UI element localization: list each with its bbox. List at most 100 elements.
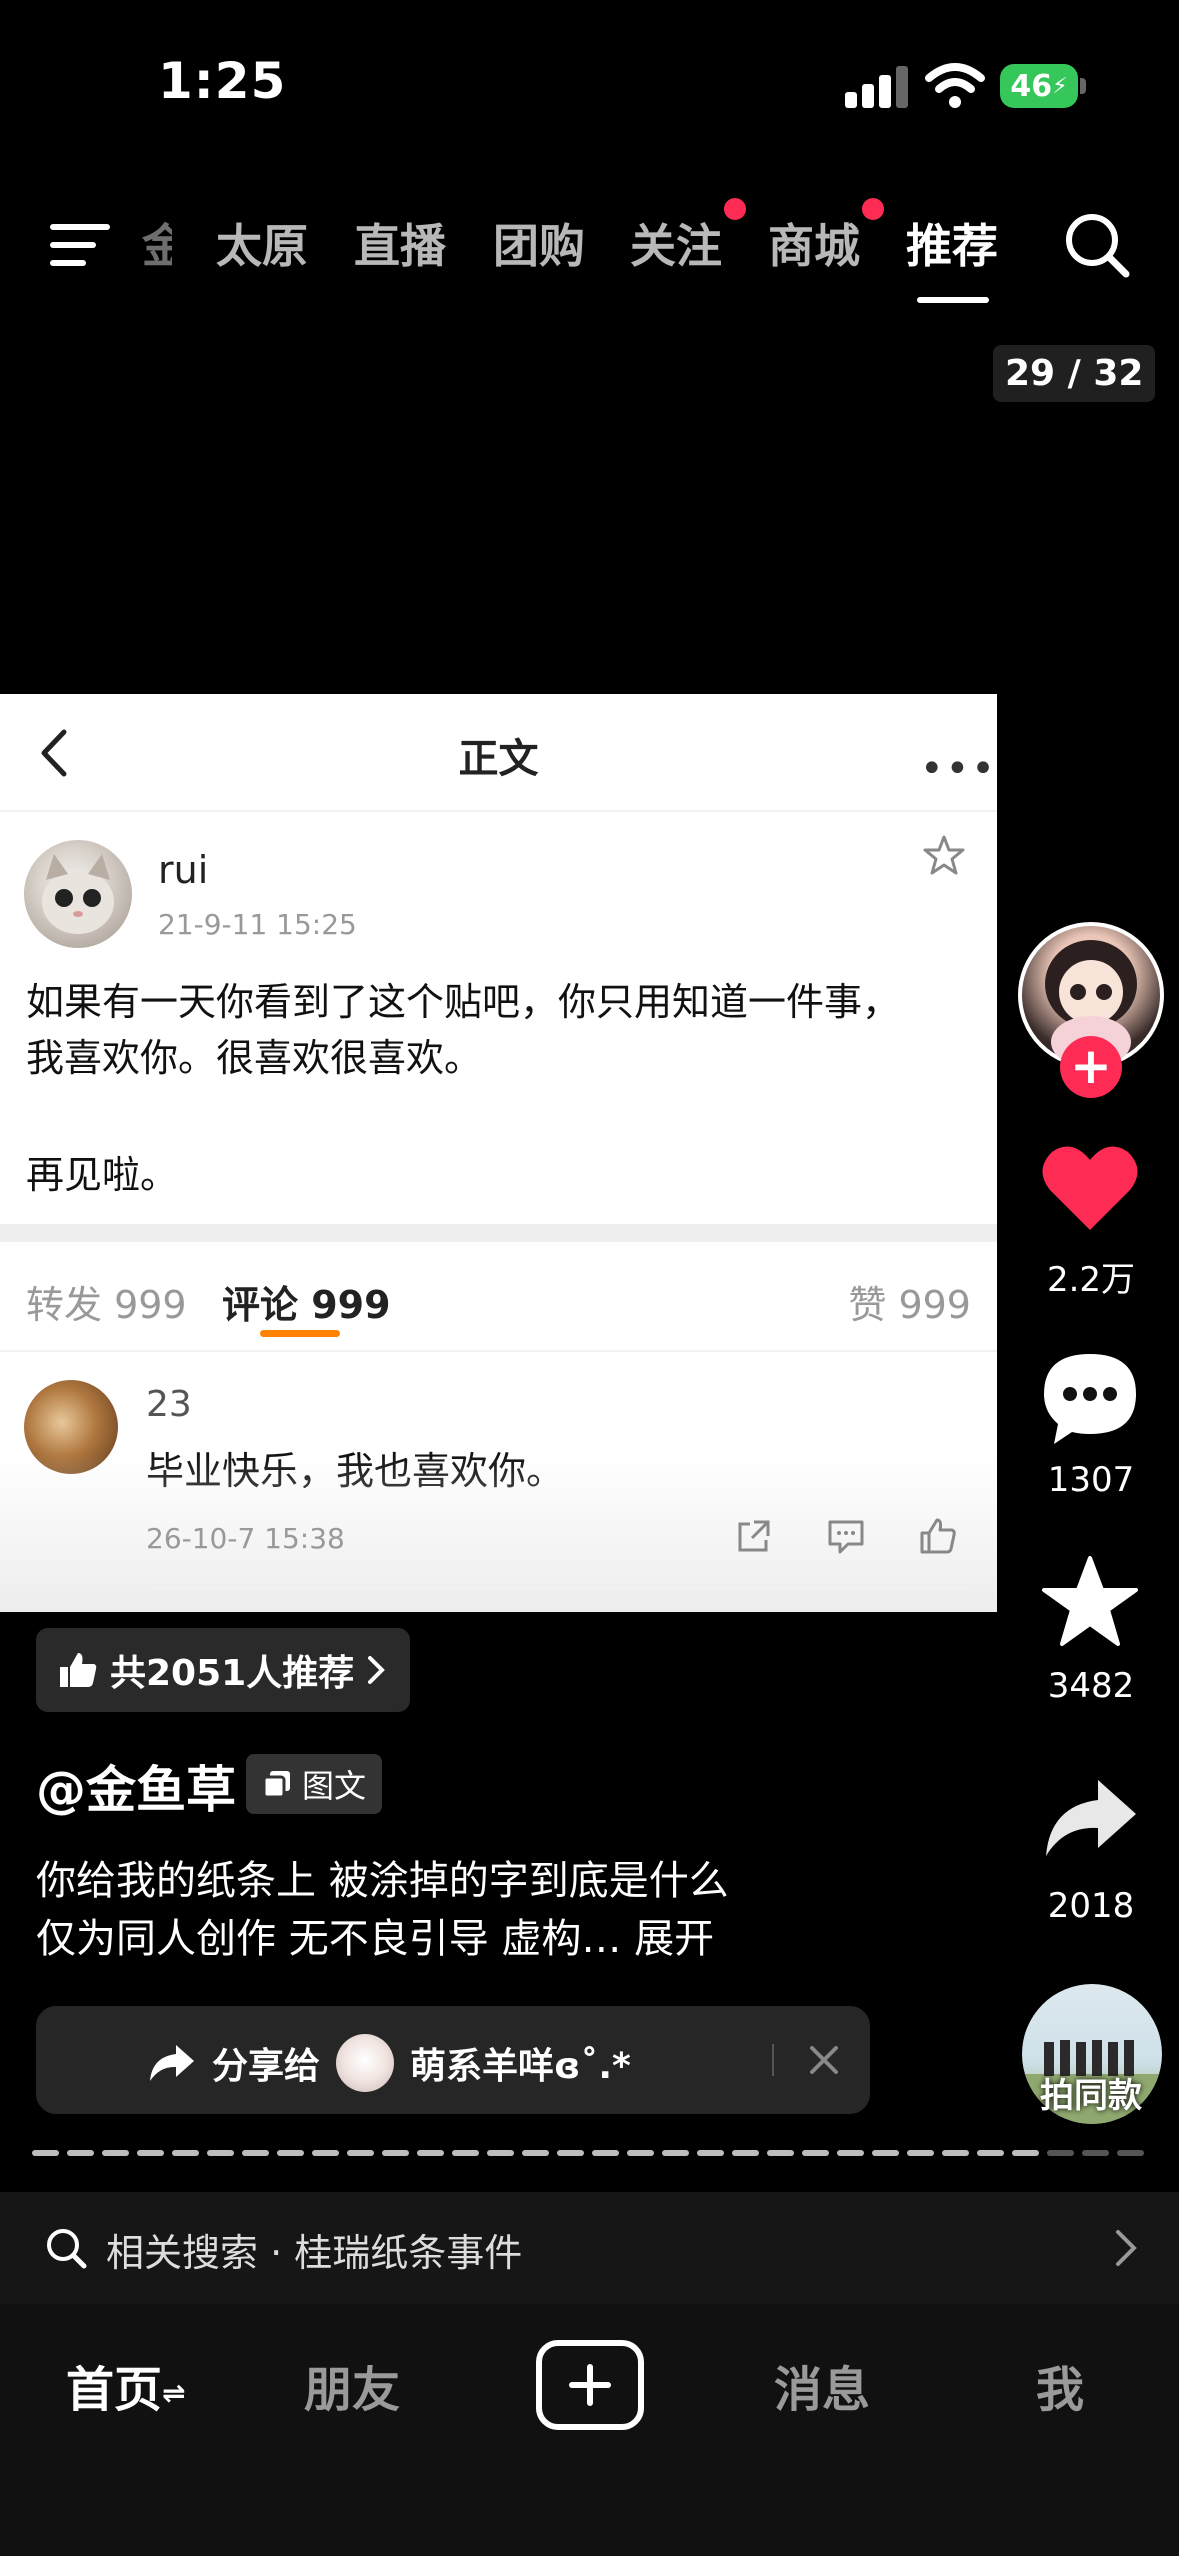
post-author-name: rui [158, 848, 209, 892]
nav-item-live[interactable]: 直播 [354, 210, 446, 276]
progress-segment [312, 2150, 339, 2156]
badge-text: 图文 [302, 1767, 367, 1805]
tab-underline [260, 1330, 340, 1337]
progress-segment [1082, 2150, 1109, 2156]
related-search-bar[interactable]: 相关搜索 · 桂瑞纸条事件 [0, 2192, 1179, 2304]
cellular-signal-icon [845, 66, 908, 108]
progress-segment [1012, 2150, 1039, 2156]
plus-icon [569, 2364, 611, 2406]
share-count: 2018 [1047, 1886, 1135, 1926]
status-time: 1:25 [158, 52, 287, 110]
progress-segment [242, 2150, 269, 2156]
page-counter: 29 / 32 [993, 345, 1156, 402]
thumbs-up-icon [60, 1653, 97, 1687]
progress-segment [837, 2150, 864, 2156]
progress-segment [627, 2150, 654, 2156]
progress-segment [1117, 2150, 1144, 2156]
progress-segment [977, 2150, 1004, 2156]
post-text-line: 再见啦。 [26, 1153, 179, 1197]
image-text-badge: 图文 [246, 1754, 383, 1814]
post-description[interactable]: 你给我的纸条上 被涂掉的字到底是什么 仅为同人创作 无不良引导 虚构… 展开 [36, 1852, 976, 1968]
progress-segment [522, 2150, 549, 2156]
battery-indicator: 46 ⚡ [1000, 64, 1078, 108]
comment-count: 1307 [1047, 1460, 1135, 1500]
tab-messages[interactable]: 消息 [774, 2350, 870, 2420]
progress-segment [102, 2150, 129, 2156]
progress-segment [592, 2150, 619, 2156]
progress-segment [382, 2150, 409, 2156]
comment-icon[interactable] [1040, 1350, 1140, 1446]
divider [0, 1224, 997, 1242]
progress-segment [662, 2150, 689, 2156]
recommend-text: 共2051人推荐 [110, 1653, 355, 1694]
progress-segment [557, 2150, 584, 2156]
share-suggestion-bar[interactable]: 分享给 萌系羊咩ɞ˚.* [36, 2006, 870, 2114]
remix-label: 拍同款 [1040, 2076, 1142, 2116]
tab-home[interactable]: 首页⇌ [66, 2350, 185, 2420]
tab-comment: 评论 999 [222, 1283, 391, 1327]
progress-segment [802, 2150, 829, 2156]
recommend-chip[interactable]: 共2051人推荐 [36, 1628, 411, 1712]
swap-icon: ⇌ [162, 2376, 186, 2410]
progress-segment [277, 2150, 304, 2156]
more-icon: ••• [920, 746, 997, 792]
share-label: 分享给 [212, 2046, 321, 2087]
notification-dot [724, 198, 746, 220]
comment-user: 23 [146, 1384, 192, 1425]
progress-segment [697, 2150, 724, 2156]
notification-dot [862, 198, 884, 220]
progress-segment [452, 2150, 479, 2156]
nav-item-mall[interactable]: 商城 [768, 210, 860, 276]
active-tab-underline [917, 297, 989, 303]
friend-avatar [336, 2034, 395, 2092]
search-icon[interactable] [1062, 210, 1132, 280]
description-line: 你给我的纸条上 被涂掉的字到底是什么 [36, 1858, 729, 1904]
tab-friends[interactable]: 朋友 [304, 2350, 400, 2420]
favorite-star-icon[interactable] [1040, 1554, 1140, 1650]
progress-segment [347, 2150, 374, 2156]
progress-segment [1047, 2150, 1074, 2156]
post-text-line: 如果有一天你看到了这个贴吧，你只用知道一件事， [26, 980, 901, 1024]
share-out-icon [738, 1520, 770, 1552]
share-arrow-icon[interactable] [1040, 1776, 1140, 1860]
heart-icon[interactable] [1040, 1142, 1140, 1234]
battery-tip [1080, 78, 1086, 94]
related-search-text: 相关搜索 · 桂瑞纸条事件 [106, 2231, 523, 2275]
pages-icon [262, 1771, 290, 1799]
tab-home-label: 首页 [66, 2362, 163, 2418]
nav-item-following[interactable]: 关注 [630, 210, 722, 276]
author-name[interactable]: @金鱼草 [36, 1750, 236, 1822]
progress-segment [172, 2150, 199, 2156]
chevron-right-icon [368, 1656, 386, 1684]
progress-segment [907, 2150, 934, 2156]
post-body: 如果有一天你看到了这个贴吧，你只用知道一件事， 我喜欢你。很喜欢很喜欢。 [26, 974, 976, 1086]
menu-icon[interactable] [50, 220, 114, 270]
close-icon[interactable] [806, 2042, 842, 2078]
progress-segment [942, 2150, 969, 2156]
create-button[interactable] [536, 2340, 644, 2430]
share-arrow-icon [150, 2045, 194, 2081]
nav-item-recommend[interactable]: 推荐 [906, 210, 998, 276]
nav-item-partial[interactable]: 金 [142, 210, 172, 276]
nav-item-taiyuan[interactable]: 太原 [216, 210, 308, 276]
tab-me[interactable]: 我 [1036, 2350, 1084, 2420]
divider [0, 1350, 997, 1352]
divider [146, 1584, 972, 1586]
nav-item-group-buy[interactable]: 团购 [493, 210, 585, 276]
star-outline-icon [923, 835, 965, 875]
progress-segment [207, 2150, 234, 2156]
follow-button[interactable]: + [1060, 1036, 1122, 1098]
kitten-avatar-icon [42, 854, 114, 934]
friend-name: 萌系羊咩ɞ˚.* [410, 2046, 631, 2087]
like-count: 2.2万 [1046, 1260, 1136, 1300]
description-line: 仅为同人创作 无不良引导 虚构… 展开 [36, 1916, 715, 1962]
progress-segment [872, 2150, 899, 2156]
progress-segment [487, 2150, 514, 2156]
card-header: 正文 ••• [0, 694, 997, 812]
bottom-tab-bar: 首页⇌ 朋友 消息 我 [0, 2304, 1179, 2556]
post-image[interactable]: 正文 ••• rui 21-9-11 15:25 如果有一天你看到了这个贴吧，你… [0, 694, 997, 1612]
avatar [24, 840, 132, 948]
carousel-progress [32, 2150, 1152, 2156]
progress-segment [137, 2150, 164, 2156]
search-icon [47, 2229, 87, 2269]
